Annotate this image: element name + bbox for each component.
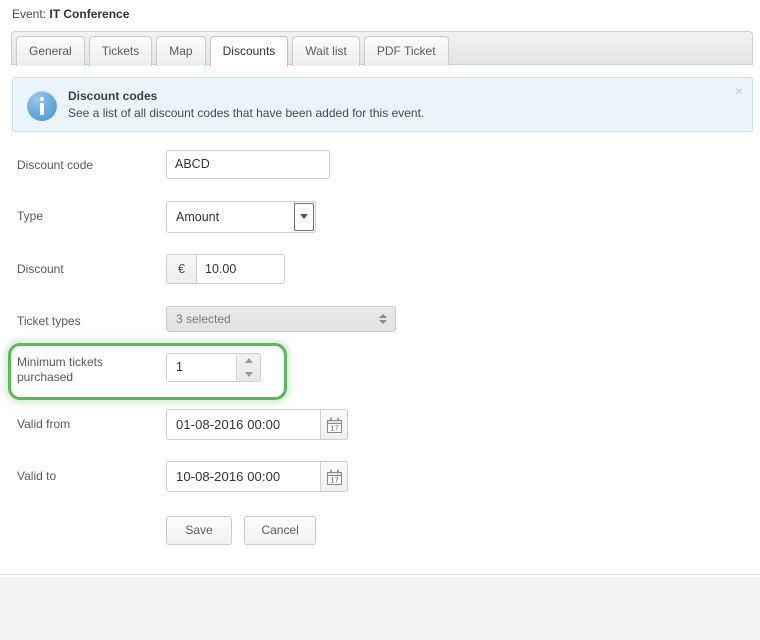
- valid-to-label: Valid to: [17, 469, 57, 483]
- discount-code-input[interactable]: ABCD: [166, 150, 330, 179]
- tab-pdf-ticket[interactable]: PDF Ticket: [363, 36, 449, 66]
- calendar-icon: 17: [327, 417, 342, 433]
- page-root: Event: IT Conference General Tickets Map…: [0, 0, 760, 640]
- valid-to-input[interactable]: 10-08-2016 00:00: [166, 461, 320, 492]
- content-area: Event: IT Conference General Tickets Map…: [0, 0, 760, 575]
- minimum-tickets-stepper[interactable]: 1: [166, 353, 261, 382]
- event-header: Event: IT Conference: [12, 7, 129, 21]
- close-icon[interactable]: ×: [735, 84, 743, 98]
- chevron-down-icon[interactable]: [294, 203, 314, 231]
- minimum-tickets-label-line2: purchased: [17, 370, 74, 384]
- banner-text: See a list of all discount codes that ha…: [68, 106, 425, 120]
- stepper-up-icon[interactable]: [237, 354, 261, 367]
- ticket-types-value: 3 selected: [176, 312, 231, 326]
- type-select[interactable]: Amount: [166, 201, 316, 233]
- valid-from-input[interactable]: 01-08-2016 00:00: [166, 409, 320, 440]
- tab-wait-list[interactable]: Wait list: [292, 36, 360, 66]
- discount-label: Discount: [17, 262, 64, 276]
- svg-text:17: 17: [331, 477, 339, 484]
- tab-map[interactable]: Map: [156, 36, 206, 66]
- ticket-types-select[interactable]: 3 selected: [166, 306, 396, 332]
- ticket-types-label: Ticket types: [17, 314, 81, 328]
- cancel-button[interactable]: Cancel: [244, 516, 316, 545]
- valid-from-label: Valid from: [17, 417, 71, 431]
- currency-icon: €: [166, 254, 196, 284]
- tab-tickets[interactable]: Tickets: [88, 36, 153, 66]
- discount-amount-input[interactable]: 10.00: [196, 254, 285, 284]
- type-label: Type: [17, 209, 44, 223]
- valid-from-group: 01-08-2016 00:00 17: [166, 409, 348, 440]
- type-select-value: Amount: [176, 210, 220, 224]
- discount-code-label: Discount code: [17, 158, 94, 172]
- stepper-buttons: [236, 354, 260, 381]
- tab-bar: General Tickets Map Discounts Wait list …: [11, 31, 753, 67]
- event-label: Event:: [12, 7, 47, 21]
- up-down-arrows-icon: [379, 313, 387, 325]
- form-actions: Save Cancel: [166, 516, 324, 545]
- discount-input-group: € 10.00: [166, 254, 285, 284]
- minimum-tickets-label: Minimum tickets purchased: [17, 355, 147, 385]
- minimum-tickets-value[interactable]: 1: [176, 354, 183, 381]
- tab-general[interactable]: General: [16, 36, 85, 66]
- info-banner: Discount codes See a list of all discoun…: [12, 77, 753, 132]
- valid-from-calendar-button[interactable]: 17: [320, 409, 348, 440]
- minimum-tickets-label-line1: Minimum tickets: [17, 355, 104, 369]
- stepper-down-icon[interactable]: [237, 368, 261, 381]
- save-button[interactable]: Save: [166, 516, 232, 545]
- calendar-icon: 17: [327, 469, 342, 485]
- tab-discounts[interactable]: Discounts: [209, 36, 289, 67]
- banner-title: Discount codes: [68, 89, 158, 103]
- footer-area: [0, 576, 760, 640]
- event-name: IT Conference: [49, 7, 130, 21]
- valid-to-group: 10-08-2016 00:00 17: [166, 461, 348, 492]
- svg-text:17: 17: [331, 425, 339, 432]
- info-icon: [27, 91, 57, 121]
- valid-to-calendar-button[interactable]: 17: [320, 461, 348, 492]
